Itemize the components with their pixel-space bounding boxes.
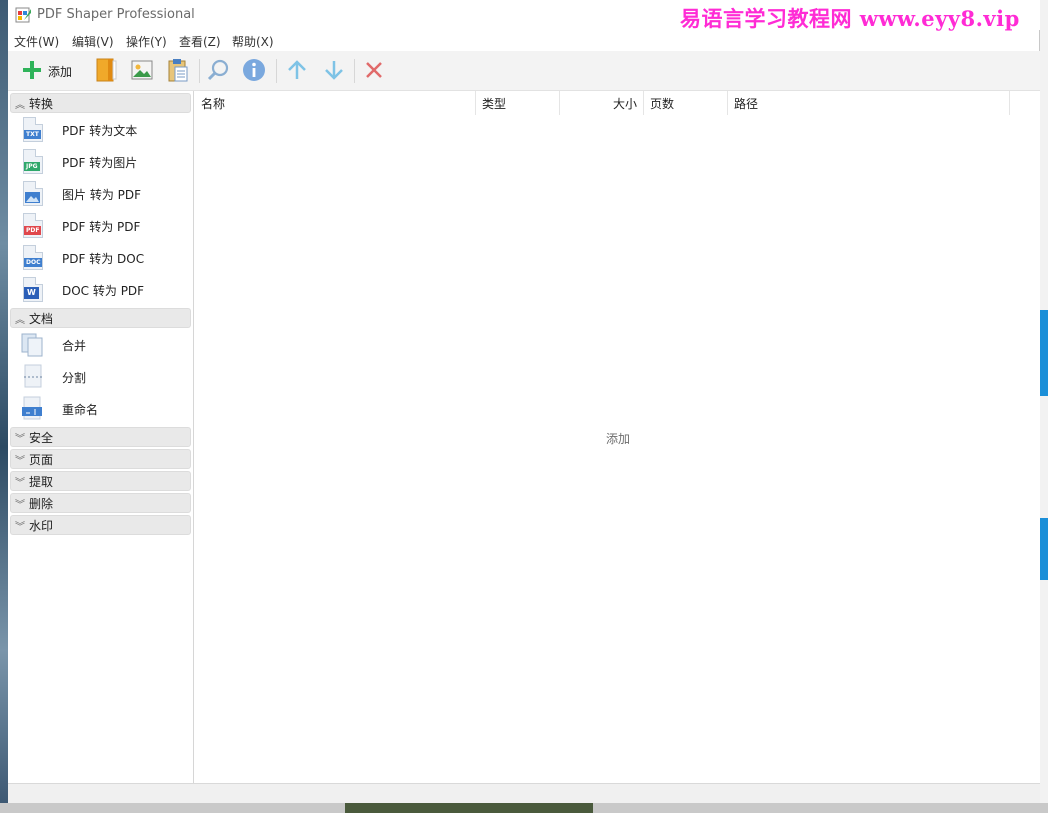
sidebar-item-label: PDF 转为 DOC: [62, 251, 145, 266]
sidebar-item-pdf-to-image[interactable]: JPG PDF 转为图片: [16, 147, 192, 177]
chevron-down-icon: ︾: [15, 477, 25, 489]
menu-action[interactable]: 操作(Y): [126, 33, 167, 50]
chevron-up-icon: ︽: [15, 314, 25, 326]
move-up-button[interactable]: [283, 57, 311, 85]
menu-help[interactable]: 帮助(X): [232, 33, 274, 50]
sidebar-item-pdf-to-doc[interactable]: DOC PDF 转为 DOC: [16, 243, 192, 273]
chevron-down-icon: ︾: [15, 455, 25, 467]
jpg-file-icon: JPG: [20, 149, 46, 175]
watermark-text: 易语言学习教程网 www.eyy8.vip: [680, 6, 1020, 31]
sidebar-item-rename[interactable]: 重命名: [16, 394, 192, 424]
image-icon: [131, 60, 153, 83]
search-button[interactable]: [204, 57, 232, 85]
insert-image-button[interactable]: [128, 57, 156, 85]
desktop-background-left: [0, 0, 8, 813]
info-icon: [242, 58, 266, 85]
sidebar-item-label: PDF 转为图片: [62, 155, 138, 170]
group-watermark-header[interactable]: ︾ 水印: [10, 515, 191, 535]
toolbar: 添加: [8, 51, 1040, 91]
close-icon: [364, 60, 384, 83]
group-security-label: 安全: [29, 430, 54, 445]
window-title: PDF Shaper Professional: [37, 7, 195, 22]
sidebar-item-label: DOC 转为 PDF: [62, 283, 145, 298]
sidebar-item-label: 分割: [62, 370, 87, 385]
txt-file-icon: TXT: [20, 117, 46, 143]
column-header-path[interactable]: 路径: [728, 91, 1010, 115]
sidebar-item-split[interactable]: 分割: [16, 362, 192, 392]
word-file-icon: W: [20, 277, 46, 303]
menu-file[interactable]: 文件(W): [14, 33, 59, 50]
column-header-size[interactable]: 大小: [560, 91, 644, 115]
plus-icon: [22, 60, 42, 83]
doc-file-icon: DOC: [20, 245, 46, 271]
app-logo-icon: [15, 7, 32, 23]
desktop-background-bottom: [0, 803, 1048, 813]
group-pages-header[interactable]: ︾ 页面: [10, 449, 191, 469]
chevron-down-icon: ︾: [15, 499, 25, 511]
info-button[interactable]: [240, 57, 268, 85]
group-convert-header[interactable]: ︽ 转换: [10, 93, 191, 113]
clipboard-button[interactable]: [164, 57, 192, 85]
sidebar-item-pdf-to-pdf[interactable]: PDF PDF 转为 PDF: [16, 211, 192, 241]
sidebar: ︽ 转换 TXT PDF 转为文本 JPG PDF 转为图片 图片 转为 PDF…: [8, 91, 194, 783]
group-document-header[interactable]: ︽ 文档: [10, 308, 191, 328]
column-header-type[interactable]: 类型: [476, 91, 560, 115]
group-convert-label: 转换: [29, 96, 54, 111]
group-pages-label: 页面: [29, 452, 54, 467]
status-bar: [8, 783, 1040, 803]
desktop-background-right: [1040, 0, 1048, 813]
remove-button[interactable]: [360, 57, 388, 85]
menu-bar: 文件(W) 编辑(V) 操作(Y) 查看(Z) 帮助(X): [8, 30, 1040, 51]
file-list[interactable]: 名称 类型 大小 页数 路径 添加: [195, 91, 1040, 783]
add-button-label: 添加: [47, 64, 72, 79]
search-icon: [206, 58, 230, 85]
add-button[interactable]: 添加: [16, 57, 78, 85]
pdf-file-icon: PDF: [20, 213, 46, 239]
menu-view[interactable]: 查看(Z): [179, 33, 221, 50]
group-watermark-label: 水印: [29, 518, 54, 533]
sidebar-item-doc-to-pdf[interactable]: W DOC 转为 PDF: [16, 275, 192, 305]
group-extract-header[interactable]: ︾ 提取: [10, 471, 191, 491]
book-icon: [95, 58, 117, 85]
empty-list-hint[interactable]: 添加: [606, 430, 630, 447]
title-bar: PDF Shaper Professional 易语言学习教程网 www.eyy…: [8, 0, 1040, 31]
sidebar-item-merge[interactable]: 合并: [16, 330, 192, 360]
sidebar-item-pdf-to-text[interactable]: TXT PDF 转为文本: [16, 115, 192, 145]
chevron-down-icon: ︾: [15, 521, 25, 533]
sidebar-item-label: PDF 转为 PDF: [62, 219, 141, 234]
chevron-down-icon: ︾: [15, 433, 25, 445]
image-file-icon: [20, 181, 46, 207]
clipboard-icon: [167, 58, 189, 85]
column-header-name[interactable]: 名称: [195, 91, 476, 115]
sidebar-item-label: PDF 转为文本: [62, 123, 138, 138]
sidebar-item-label: 合并: [62, 338, 87, 353]
group-security-header[interactable]: ︾ 安全: [10, 427, 191, 447]
move-down-button[interactable]: [320, 57, 348, 85]
group-delete-label: 删除: [29, 496, 54, 511]
open-book-button[interactable]: [92, 57, 120, 85]
sidebar-item-label: 图片 转为 PDF: [62, 187, 142, 202]
app-window: PDF Shaper Professional 易语言学习教程网 www.eyy…: [8, 0, 1040, 803]
sidebar-item-image-to-pdf[interactable]: 图片 转为 PDF: [16, 179, 192, 209]
rename-icon: [20, 396, 46, 422]
menu-edit[interactable]: 编辑(V): [72, 33, 114, 50]
group-delete-header[interactable]: ︾ 删除: [10, 493, 191, 513]
group-document-label: 文档: [29, 311, 54, 326]
arrow-down-icon: [323, 59, 345, 84]
chevron-up-icon: ︽: [15, 99, 25, 111]
arrow-up-icon: [286, 59, 308, 84]
merge-icon: [20, 332, 46, 358]
sidebar-item-label: 重命名: [62, 402, 99, 417]
column-header-pages[interactable]: 页数: [644, 91, 728, 115]
split-icon: [20, 364, 46, 390]
group-extract-label: 提取: [29, 474, 54, 489]
